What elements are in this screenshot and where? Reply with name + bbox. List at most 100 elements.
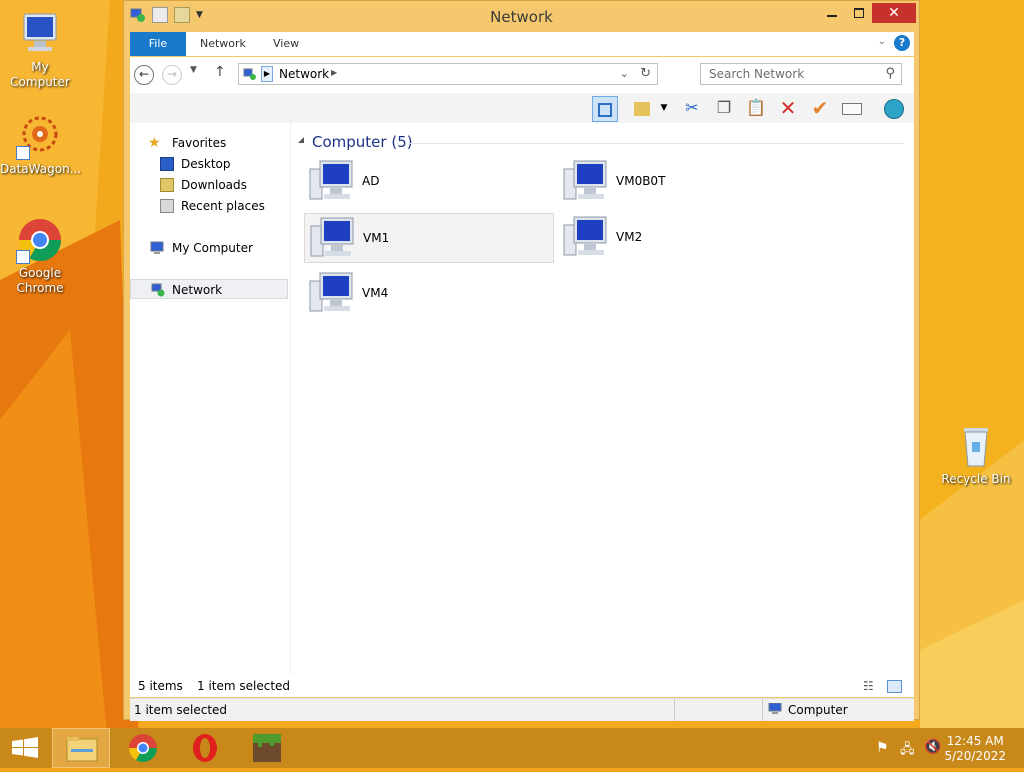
taskbar-minecraft[interactable]: [238, 728, 296, 768]
chevron-right-icon[interactable]: ▶: [331, 68, 337, 77]
nav-label: Desktop: [181, 157, 231, 171]
chevron-down-icon[interactable]: ⌄: [878, 36, 886, 47]
desktop-icon-recycle-bin[interactable]: Recycle Bin: [936, 422, 1016, 487]
search-placeholder: Search Network: [709, 67, 805, 81]
clock-time: 12:45 AM: [946, 734, 1004, 748]
details-selection: 1 item selected: [134, 703, 228, 717]
network-item-vm0b0t[interactable]: VM0B0T: [558, 157, 808, 207]
nav-label: Network: [172, 283, 223, 297]
large-icons-view-icon[interactable]: [887, 680, 902, 693]
taskbar: ⚑ 🖧 🔇 12:45 AM 5/20/2022: [0, 728, 1024, 768]
recent-places-icon: [160, 199, 174, 213]
content-area: ★ Favorites Desktop Downloads Recent pla…: [130, 123, 914, 675]
minecraft-block-icon: [253, 734, 281, 762]
preview-pane-button[interactable]: [592, 96, 618, 122]
explorer-window: ▼ Network ✕ File Network View ⌄ ? ← → ▼ …: [123, 0, 920, 721]
folder-options-button[interactable]: [630, 96, 654, 120]
desktop-icon-my-computer[interactable]: My Computer: [0, 10, 80, 90]
nav-label: Recent places: [181, 199, 265, 213]
computer-icon: [308, 159, 356, 203]
collapse-group-icon[interactable]: [298, 137, 304, 143]
details-view-icon[interactable]: ☷: [863, 679, 874, 693]
delete-icon[interactable]: ✕: [776, 96, 800, 120]
network-icon: [243, 67, 257, 81]
recent-locations-dropdown[interactable]: ▼: [190, 65, 197, 75]
start-button[interactable]: [0, 728, 50, 768]
minimize-icon: [827, 15, 837, 17]
desktop-icon-label: DataWagon...: [0, 162, 82, 176]
network-status-icon[interactable]: 🖧: [900, 740, 915, 762]
tab-view[interactable]: View: [273, 32, 299, 56]
clock[interactable]: 12:45 AM 5/20/2022: [944, 734, 1006, 764]
network-item-ad[interactable]: AD: [304, 157, 554, 207]
network-item-vm2[interactable]: VM2: [558, 213, 808, 263]
computer-icon: [308, 271, 356, 315]
computer-icon: [150, 241, 164, 255]
chevron-down-icon[interactable]: ▼: [652, 96, 676, 120]
desktop-icon-google-chrome[interactable]: Google Chrome: [0, 216, 80, 296]
window-title: Network: [490, 8, 553, 26]
computer-icon: [562, 215, 610, 259]
address-path[interactable]: Network: [279, 67, 329, 81]
network-item-vm1[interactable]: VM1: [304, 213, 554, 263]
nav-item-my-computer[interactable]: My Computer: [130, 238, 288, 258]
nav-item-favorites[interactable]: ★ Favorites: [130, 133, 288, 153]
search-icon[interactable]: ⚲: [885, 66, 895, 81]
desktop-icon-label: My Computer: [10, 60, 70, 89]
chevron-right-icon[interactable]: ▶: [261, 66, 273, 82]
computer-icon: [768, 702, 782, 715]
paste-icon[interactable]: 📋: [744, 96, 768, 120]
rename-button[interactable]: [840, 96, 864, 120]
cut-icon[interactable]: ✂: [680, 96, 704, 120]
selection-count: 1 item selected: [197, 679, 291, 693]
downloads-folder-icon: [160, 178, 174, 192]
details-bar: 1 item selected Computer: [130, 698, 914, 721]
nav-item-network[interactable]: Network: [130, 279, 288, 299]
nav-item-desktop[interactable]: Desktop: [130, 154, 288, 174]
up-button[interactable]: ↑: [214, 64, 226, 80]
nav-item-recent-places[interactable]: Recent places: [130, 196, 288, 216]
taskbar-file-explorer[interactable]: [52, 728, 110, 768]
divider: [762, 699, 763, 721]
refresh-icon[interactable]: ↻: [640, 66, 651, 81]
item-label: VM4: [362, 286, 389, 300]
file-explorer-icon: [66, 737, 98, 762]
item-label: VM2: [616, 230, 643, 244]
copy-icon[interactable]: ❐: [712, 96, 736, 120]
back-button[interactable]: ←: [134, 65, 154, 85]
system-tray: ⚑ 🖧 🔇 12:45 AM 5/20/2022: [864, 728, 1024, 768]
minimize-button[interactable]: [818, 3, 846, 23]
address-dropdown-icon[interactable]: ⌄: [620, 67, 629, 80]
divider: [674, 699, 675, 721]
windows-logo-icon: [12, 737, 38, 758]
taskbar-opera[interactable]: [176, 728, 234, 768]
recycle-bin-icon: [952, 422, 1000, 470]
group-header[interactable]: Computer (5): [312, 133, 413, 151]
checkmark-icon[interactable]: ✔: [808, 96, 832, 120]
nav-label: Downloads: [181, 178, 247, 192]
action-center-flag-icon[interactable]: ⚑: [876, 740, 889, 756]
computer-icon: [562, 159, 610, 203]
nav-item-downloads[interactable]: Downloads: [130, 175, 288, 195]
network-globe-icon[interactable]: [882, 96, 906, 120]
desktop-icon-datawagon[interactable]: DataWagon...: [0, 112, 82, 177]
maximize-button[interactable]: [846, 3, 872, 23]
search-input[interactable]: Search Network ⚲: [700, 63, 902, 85]
volume-muted-icon[interactable]: 🔇: [924, 739, 941, 755]
taskbar-chrome[interactable]: [114, 728, 172, 768]
tab-network[interactable]: Network: [200, 32, 246, 56]
datawagon-logo-icon: [16, 112, 64, 160]
title-bar[interactable]: ▼ Network ✕: [124, 1, 919, 31]
address-bar[interactable]: ▶ Network ▶ ⌄ ↻: [238, 63, 658, 85]
tab-file[interactable]: File: [130, 32, 186, 56]
nav-label: My Computer: [172, 241, 253, 255]
nav-label: Favorites: [172, 136, 227, 150]
preview-pane-icon: [598, 102, 612, 117]
rename-icon: [842, 102, 862, 115]
network-icon: [151, 283, 165, 297]
maximize-icon: [854, 8, 864, 18]
network-item-vm4[interactable]: VM4: [304, 269, 554, 319]
close-button[interactable]: ✕: [872, 3, 916, 23]
forward-button[interactable]: →: [162, 65, 182, 85]
help-icon[interactable]: ?: [894, 35, 910, 51]
